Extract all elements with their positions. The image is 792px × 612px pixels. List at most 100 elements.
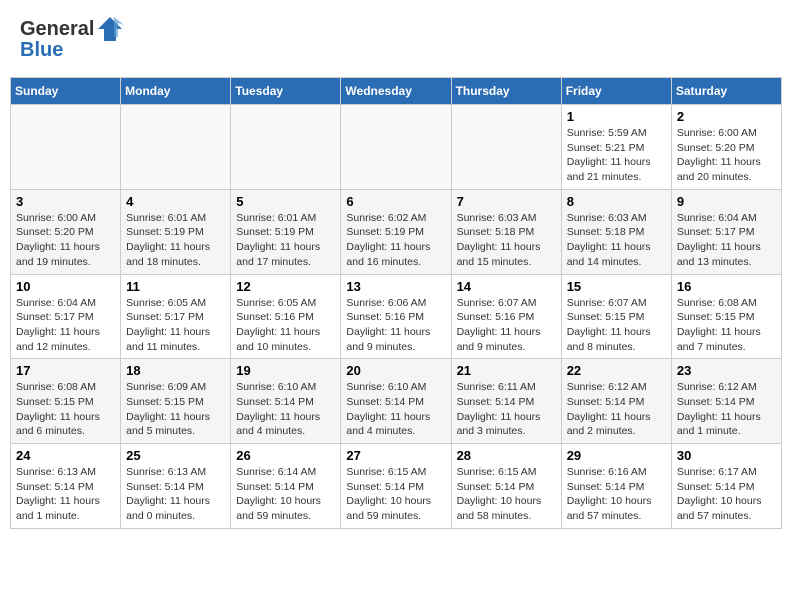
day-info: Sunrise: 6:00 AM Sunset: 5:20 PM Dayligh… — [677, 126, 776, 185]
day-number: 6 — [346, 194, 445, 209]
day-info: Sunrise: 6:08 AM Sunset: 5:15 PM Dayligh… — [16, 380, 115, 439]
day-info: Sunrise: 6:02 AM Sunset: 5:19 PM Dayligh… — [346, 211, 445, 270]
calendar-cell: 24 Sunrise: 6:13 AM Sunset: 5:14 PM Dayli… — [11, 444, 121, 529]
day-info: Sunrise: 5:59 AM Sunset: 5:21 PM Dayligh… — [567, 126, 666, 185]
calendar-table: SundayMondayTuesdayWednesdayThursdayFrid… — [10, 77, 782, 529]
week-row-2: 3 Sunrise: 6:00 AM Sunset: 5:20 PM Daylig… — [11, 189, 782, 274]
day-header-tuesday: Tuesday — [231, 78, 341, 105]
day-number: 1 — [567, 109, 666, 124]
week-row-5: 24 Sunrise: 6:13 AM Sunset: 5:14 PM Dayli… — [11, 444, 782, 529]
calendar-cell: 7 Sunrise: 6:03 AM Sunset: 5:18 PM Daylig… — [451, 189, 561, 274]
calendar-cell: 8 Sunrise: 6:03 AM Sunset: 5:18 PM Daylig… — [561, 189, 671, 274]
day-info: Sunrise: 6:03 AM Sunset: 5:18 PM Dayligh… — [567, 211, 666, 270]
calendar-cell: 2 Sunrise: 6:00 AM Sunset: 5:20 PM Daylig… — [671, 105, 781, 190]
day-number: 23 — [677, 363, 776, 378]
week-row-1: 1 Sunrise: 5:59 AM Sunset: 5:21 PM Daylig… — [11, 105, 782, 190]
calendar-cell — [341, 105, 451, 190]
calendar-cell: 6 Sunrise: 6:02 AM Sunset: 5:19 PM Daylig… — [341, 189, 451, 274]
page-header: General Blue — [10, 10, 782, 67]
day-info: Sunrise: 6:01 AM Sunset: 5:19 PM Dayligh… — [236, 211, 335, 270]
day-info: Sunrise: 6:10 AM Sunset: 5:14 PM Dayligh… — [236, 380, 335, 439]
day-info: Sunrise: 6:14 AM Sunset: 5:14 PM Dayligh… — [236, 465, 335, 524]
calendar-cell: 11 Sunrise: 6:05 AM Sunset: 5:17 PM Dayli… — [121, 274, 231, 359]
day-number: 19 — [236, 363, 335, 378]
day-info: Sunrise: 6:00 AM Sunset: 5:20 PM Dayligh… — [16, 211, 115, 270]
calendar-cell — [121, 105, 231, 190]
day-header-sunday: Sunday — [11, 78, 121, 105]
calendar-cell: 19 Sunrise: 6:10 AM Sunset: 5:14 PM Dayli… — [231, 359, 341, 444]
calendar-cell: 1 Sunrise: 5:59 AM Sunset: 5:21 PM Daylig… — [561, 105, 671, 190]
day-number: 17 — [16, 363, 115, 378]
day-header-thursday: Thursday — [451, 78, 561, 105]
calendar-cell: 16 Sunrise: 6:08 AM Sunset: 5:15 PM Dayli… — [671, 274, 781, 359]
day-info: Sunrise: 6:13 AM Sunset: 5:14 PM Dayligh… — [126, 465, 225, 524]
calendar-cell: 13 Sunrise: 6:06 AM Sunset: 5:16 PM Dayli… — [341, 274, 451, 359]
day-number: 5 — [236, 194, 335, 209]
day-number: 12 — [236, 279, 335, 294]
calendar-cell: 28 Sunrise: 6:15 AM Sunset: 5:14 PM Dayli… — [451, 444, 561, 529]
calendar-cell: 10 Sunrise: 6:04 AM Sunset: 5:17 PM Dayli… — [11, 274, 121, 359]
calendar-cell: 18Sunrise: 6:09 AM Sunset: 5:15 PM Dayli… — [121, 359, 231, 444]
day-info: Sunrise: 6:17 AM Sunset: 5:14 PM Dayligh… — [677, 465, 776, 524]
calendar-cell: 15 Sunrise: 6:07 AM Sunset: 5:15 PM Dayli… — [561, 274, 671, 359]
day-info: Sunrise: 6:10 AM Sunset: 5:14 PM Dayligh… — [346, 380, 445, 439]
day-number: 3 — [16, 194, 115, 209]
day-number: 11 — [126, 279, 225, 294]
day-number: 8 — [567, 194, 666, 209]
day-info: Sunrise: 6:13 AM Sunset: 5:14 PM Dayligh… — [16, 465, 115, 524]
day-info: Sunrise: 6:12 AM Sunset: 5:14 PM Dayligh… — [677, 380, 776, 439]
day-info: Sunrise: 6:03 AM Sunset: 5:18 PM Dayligh… — [457, 211, 556, 270]
day-header-saturday: Saturday — [671, 78, 781, 105]
calendar-cell: 23 Sunrise: 6:12 AM Sunset: 5:14 PM Dayli… — [671, 359, 781, 444]
calendar-cell: 5 Sunrise: 6:01 AM Sunset: 5:19 PM Daylig… — [231, 189, 341, 274]
calendar-cell: 29 Sunrise: 6:16 AM Sunset: 5:14 PM Dayli… — [561, 444, 671, 529]
calendar-cell: 27Sunrise: 6:15 AM Sunset: 5:14 PM Dayli… — [341, 444, 451, 529]
day-number: 22 — [567, 363, 666, 378]
calendar-cell — [451, 105, 561, 190]
day-header-monday: Monday — [121, 78, 231, 105]
day-info: Sunrise: 6:05 AM Sunset: 5:17 PM Dayligh… — [126, 296, 225, 355]
day-info: Sunrise: 6:05 AM Sunset: 5:16 PM Dayligh… — [236, 296, 335, 355]
day-number: 2 — [677, 109, 776, 124]
calendar-cell — [11, 105, 121, 190]
week-row-3: 10 Sunrise: 6:04 AM Sunset: 5:17 PM Dayli… — [11, 274, 782, 359]
day-info: Sunrise: 6:04 AM Sunset: 5:17 PM Dayligh… — [16, 296, 115, 355]
day-number: 21 — [457, 363, 556, 378]
day-info: Sunrise: 6:08 AM Sunset: 5:15 PM Dayligh… — [677, 296, 776, 355]
day-number: 26 — [236, 448, 335, 463]
day-info: Sunrise: 6:15 AM Sunset: 5:14 PM Dayligh… — [457, 465, 556, 524]
day-info: Sunrise: 6:07 AM Sunset: 5:16 PM Dayligh… — [457, 296, 556, 355]
calendar-cell — [231, 105, 341, 190]
day-number: 20 — [346, 363, 445, 378]
calendar-cell: 22 Sunrise: 6:12 AM Sunset: 5:14 PM Dayli… — [561, 359, 671, 444]
day-info: Sunrise: 6:01 AM Sunset: 5:19 PM Dayligh… — [126, 211, 225, 270]
day-number: 15 — [567, 279, 666, 294]
calendar-cell: 21 Sunrise: 6:11 AM Sunset: 5:14 PM Dayli… — [451, 359, 561, 444]
calendar-cell: 26 Sunrise: 6:14 AM Sunset: 5:14 PM Dayli… — [231, 444, 341, 529]
day-number: 10 — [16, 279, 115, 294]
day-info: Sunrise: 6:12 AM Sunset: 5:14 PM Dayligh… — [567, 380, 666, 439]
day-number: 25 — [126, 448, 225, 463]
day-number: 29 — [567, 448, 666, 463]
calendar-cell: 14Sunrise: 6:07 AM Sunset: 5:16 PM Dayli… — [451, 274, 561, 359]
day-info: Sunrise: 6:15 AM Sunset: 5:14 PM Dayligh… — [346, 465, 445, 524]
day-number: 7 — [457, 194, 556, 209]
day-info: Sunrise: 6:06 AM Sunset: 5:16 PM Dayligh… — [346, 296, 445, 355]
day-number: 9 — [677, 194, 776, 209]
day-info: Sunrise: 6:04 AM Sunset: 5:17 PM Dayligh… — [677, 211, 776, 270]
day-number: 28 — [457, 448, 556, 463]
day-number: 13 — [346, 279, 445, 294]
calendar-cell: 4 Sunrise: 6:01 AM Sunset: 5:19 PM Daylig… — [121, 189, 231, 274]
calendar-header-row: SundayMondayTuesdayWednesdayThursdayFrid… — [11, 78, 782, 105]
calendar-cell: 12 Sunrise: 6:05 AM Sunset: 5:16 PM Dayli… — [231, 274, 341, 359]
logo-general: General — [20, 18, 94, 41]
calendar-cell: 9 Sunrise: 6:04 AM Sunset: 5:17 PM Daylig… — [671, 189, 781, 274]
day-info: Sunrise: 6:16 AM Sunset: 5:14 PM Dayligh… — [567, 465, 666, 524]
day-number: 4 — [126, 194, 225, 209]
day-number: 24 — [16, 448, 115, 463]
day-number: 16 — [677, 279, 776, 294]
day-info: Sunrise: 6:11 AM Sunset: 5:14 PM Dayligh… — [457, 380, 556, 439]
day-header-friday: Friday — [561, 78, 671, 105]
calendar-cell: 30Sunrise: 6:17 AM Sunset: 5:14 PM Dayli… — [671, 444, 781, 529]
day-info: Sunrise: 6:07 AM Sunset: 5:15 PM Dayligh… — [567, 296, 666, 355]
